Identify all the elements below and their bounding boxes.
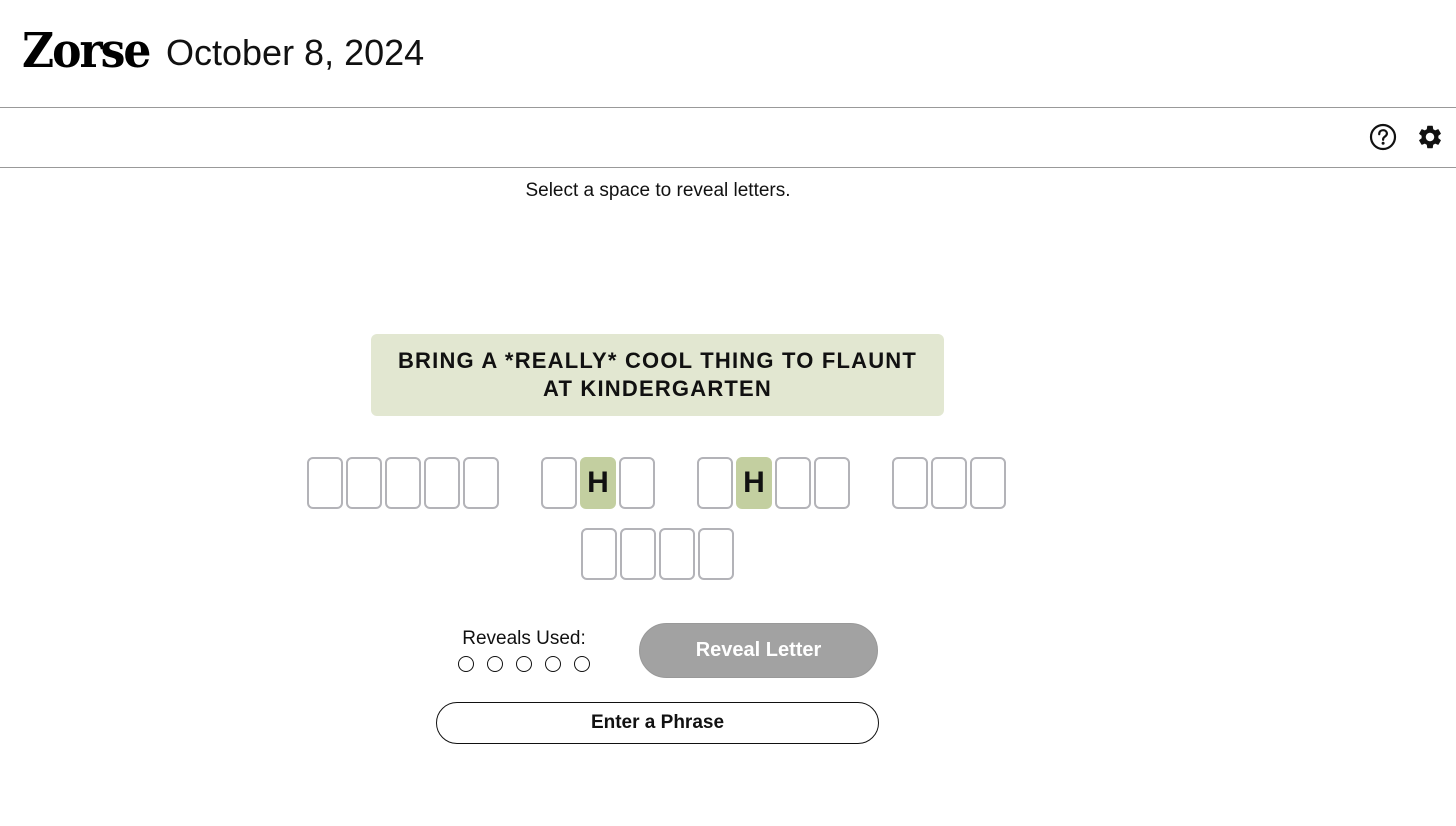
letter-tile[interactable] (814, 457, 850, 509)
letter-tile[interactable] (619, 457, 655, 509)
letter-tile[interactable] (931, 457, 967, 509)
reveal-dot (545, 656, 561, 672)
logo: Zorse (22, 24, 151, 80)
letter-tile[interactable] (307, 457, 343, 509)
gear-icon (1419, 125, 1441, 149)
enter-phrase-button[interactable]: Enter a Phrase (436, 702, 879, 744)
letter-tile[interactable] (970, 457, 1006, 509)
letter-tile[interactable] (385, 457, 421, 509)
letter-tile[interactable] (892, 457, 928, 509)
letter-tile[interactable] (581, 528, 617, 580)
word-2: H (541, 457, 655, 509)
instruction-text: Select a space to reveal letters. (525, 180, 791, 201)
reveals-used-indicator (458, 656, 590, 672)
tile-row-1: H H (307, 457, 1006, 509)
letter-tile[interactable] (697, 457, 733, 509)
help-circle-icon (1369, 123, 1397, 151)
letter-tile[interactable] (424, 457, 460, 509)
header: Zorse October 8, 2024 (0, 0, 1456, 108)
letter-tile[interactable] (346, 457, 382, 509)
letter-tile[interactable] (775, 457, 811, 509)
reveal-dot (574, 656, 590, 672)
toolbar (0, 108, 1456, 168)
letter-tile-revealed: H (580, 457, 616, 509)
tile-row-2 (581, 528, 734, 580)
clue-text: BRING A *REALLY* COOL THING TO FLAUNT AT… (397, 348, 918, 401)
settings-button[interactable] (1415, 122, 1445, 152)
letter-tile[interactable] (698, 528, 734, 580)
clue-box: BRING A *REALLY* COOL THING TO FLAUNT AT… (371, 334, 944, 416)
help-button[interactable] (1368, 122, 1398, 152)
reveal-dot (516, 656, 532, 672)
letter-tile[interactable] (659, 528, 695, 580)
letter-tile[interactable] (463, 457, 499, 509)
letter-tile[interactable] (620, 528, 656, 580)
word-3: H (697, 457, 850, 509)
reveal-letter-button[interactable]: Reveal Letter (639, 623, 878, 678)
word-5 (581, 528, 734, 580)
reveals-used-label: Reveals Used: (462, 628, 586, 649)
reveal-dot (487, 656, 503, 672)
word-1 (307, 457, 499, 509)
letter-tile-revealed: H (736, 457, 772, 509)
puzzle-date: October 8, 2024 (166, 32, 425, 73)
reveal-dot (458, 656, 474, 672)
letter-tile[interactable] (541, 457, 577, 509)
word-4 (892, 457, 1006, 509)
